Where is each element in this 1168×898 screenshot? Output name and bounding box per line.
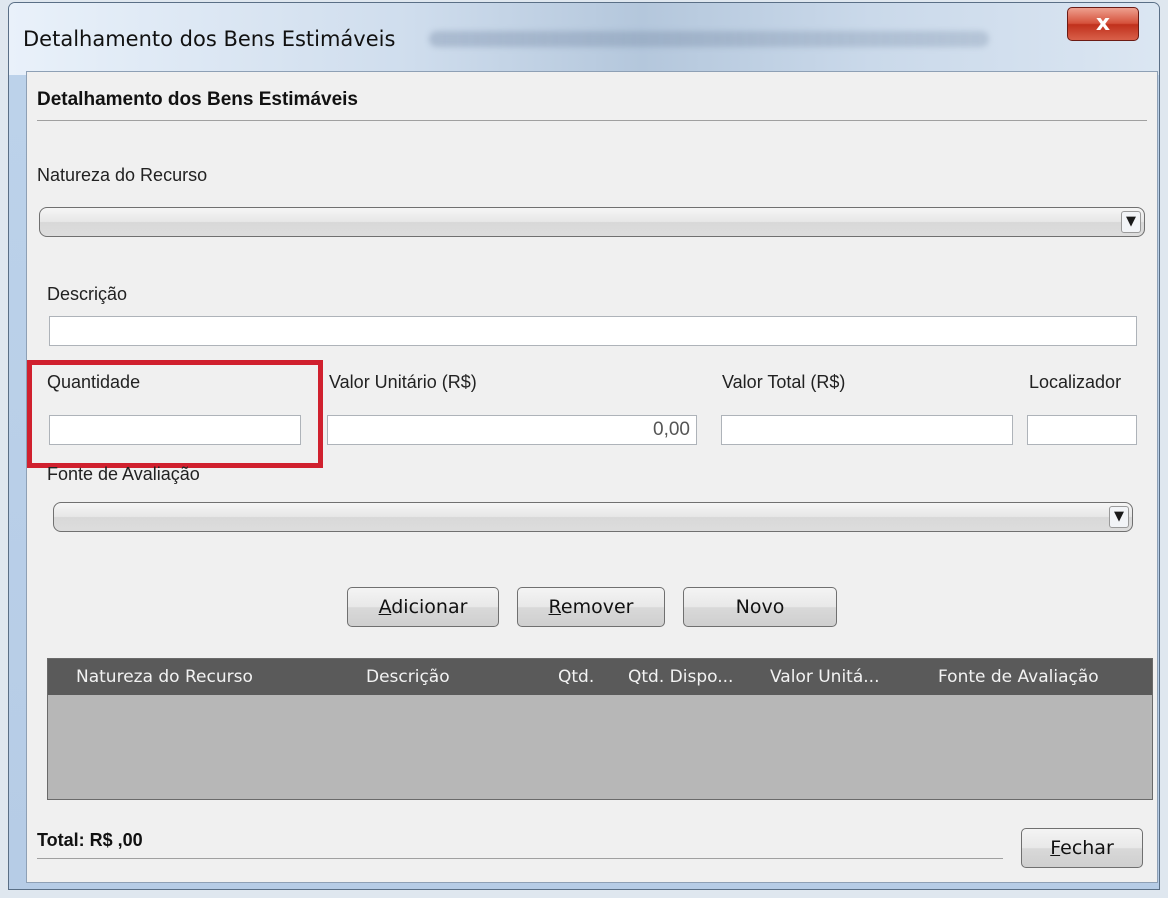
fechar-button[interactable]: Fechar (1021, 828, 1143, 868)
column-header-natureza[interactable]: Natureza do Recurso (76, 659, 253, 695)
natureza-label: Natureza do Recurso (37, 165, 208, 185)
remover-mnemonic: R (548, 596, 561, 618)
descricao-label: Descrição (47, 284, 128, 304)
dialog-panel: Detalhamento dos Bens Estimáveis Naturez… (26, 71, 1158, 883)
descricao-field[interactable] (49, 316, 1137, 346)
adicionar-button[interactable]: Adicionar (347, 587, 499, 627)
novo-button[interactable]: Novo (683, 587, 837, 627)
dropdown-arrow-icon[interactable]: ▼ (1121, 211, 1141, 233)
quantidade-field[interactable] (49, 415, 301, 445)
valor-total-input[interactable] (722, 416, 1012, 444)
remover-label: emover (560, 596, 634, 618)
column-header-qtd-disponivel[interactable]: Qtd. Dispo... (628, 659, 733, 695)
fonte-avaliacao-label: Fonte de Avaliação (47, 464, 200, 484)
blurred-background-title (429, 31, 989, 47)
remover-button[interactable]: Remover (517, 587, 665, 627)
fonte-avaliacao-dropdown[interactable]: ▼ (53, 502, 1133, 532)
valor-unitario-label: Valor Unitário (R$) (329, 372, 477, 392)
descricao-input[interactable] (50, 317, 1136, 345)
quantidade-input[interactable] (50, 416, 300, 444)
adicionar-label: dicionar (391, 596, 468, 618)
total-divider (37, 858, 1003, 859)
close-icon: x (1095, 11, 1111, 36)
natureza-dropdown[interactable]: ▼ (39, 207, 1145, 237)
total-value: Total: R$ ,00 (37, 830, 143, 850)
panel-heading: Detalhamento dos Bens Estimáveis (37, 89, 358, 110)
table-header: Natureza do Recurso Descrição Qtd. Qtd. … (48, 659, 1152, 695)
adicionar-mnemonic: A (378, 596, 392, 618)
valor-unitario-field[interactable] (327, 415, 697, 445)
fechar-mnemonic: F (1050, 837, 1061, 859)
quantidade-label: Quantidade (47, 372, 141, 392)
title-bar[interactable]: Detalhamento dos Bens Estimáveis x (9, 3, 1159, 75)
bens-table: Natureza do Recurso Descrição Qtd. Qtd. … (47, 658, 1153, 800)
valor-unitario-input[interactable] (328, 416, 696, 444)
heading-divider (37, 120, 1147, 121)
localizador-field[interactable] (1027, 415, 1137, 445)
column-header-descricao[interactable]: Descrição (366, 659, 450, 695)
localizador-label: Localizador (1029, 372, 1122, 392)
valor-total-field[interactable] (721, 415, 1013, 445)
fechar-label: echar (1060, 837, 1114, 859)
table-body[interactable] (48, 695, 1152, 799)
column-header-valor-unitario[interactable]: Valor Unitá... (770, 659, 879, 695)
dropdown-arrow-icon[interactable]: ▼ (1109, 506, 1129, 528)
column-header-fonte-avaliacao[interactable]: Fonte de Avaliação (938, 659, 1099, 695)
valor-total-label: Valor Total (R$) (722, 372, 846, 392)
dialog-window: Detalhamento dos Bens Estimáveis x Detal… (8, 2, 1160, 890)
close-button[interactable]: x (1067, 7, 1139, 41)
window-title: Detalhamento dos Bens Estimáveis (23, 27, 396, 51)
localizador-input[interactable] (1028, 416, 1136, 444)
column-header-qtd[interactable]: Qtd. (558, 659, 594, 695)
